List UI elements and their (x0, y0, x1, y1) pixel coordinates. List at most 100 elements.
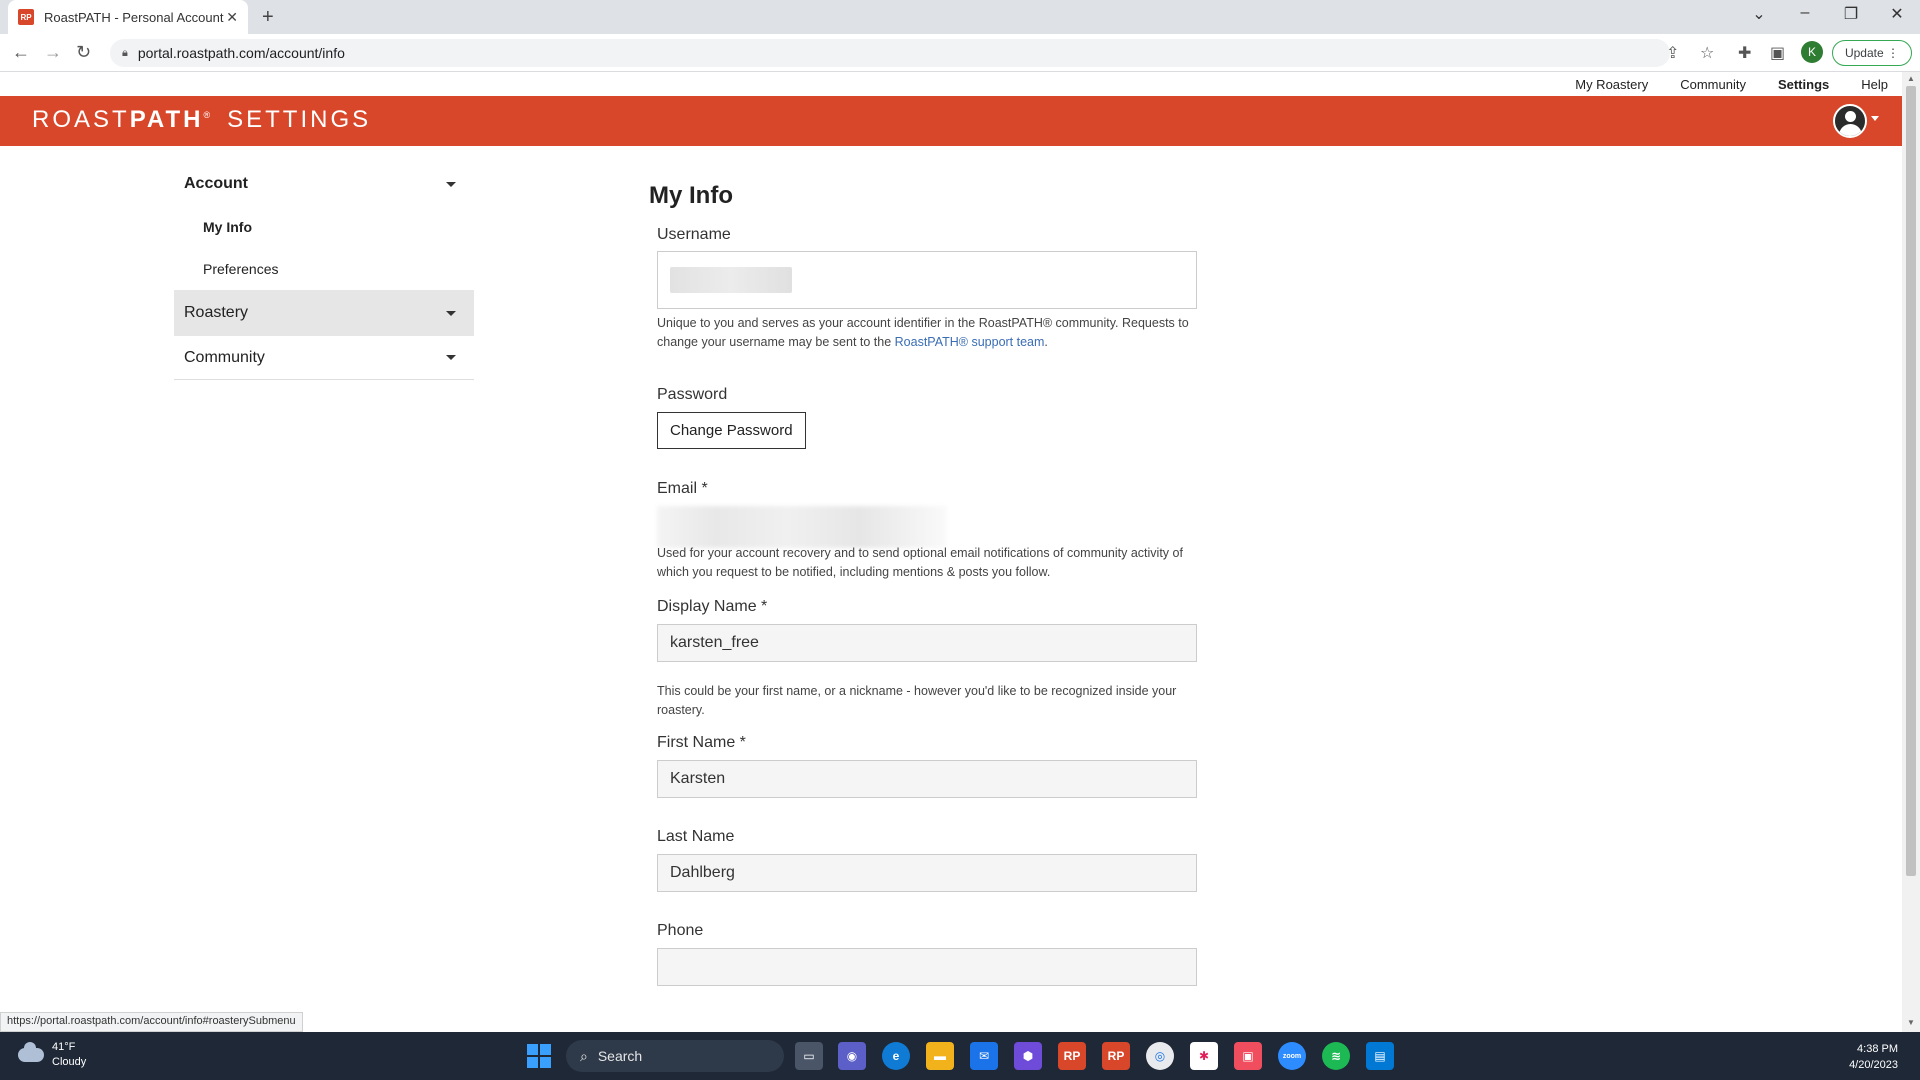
caret-down-icon (446, 355, 456, 360)
app-blue-window-icon[interactable]: ▤ (1366, 1042, 1394, 1070)
first-name-label: First Name * (657, 734, 746, 751)
change-password-button[interactable]: Change Password (657, 412, 806, 449)
new-tab-icon[interactable]: + (262, 6, 274, 29)
sidebar-item-roastery[interactable]: Roastery (174, 290, 474, 336)
username-redacted (670, 267, 792, 293)
email-help-text: Used for your account recovery and to se… (657, 546, 1183, 579)
settings-header: ROASTPATH® SETTINGS (0, 96, 1902, 146)
cloud-icon (18, 1042, 44, 1062)
taskbar-search[interactable]: ⌕ Search (566, 1040, 784, 1072)
weather-condition: Cloudy (52, 1056, 87, 1068)
top-navigation: My Roastery Community Settings Help (1575, 77, 1888, 92)
profile-avatar[interactable]: K (1801, 41, 1823, 63)
restore-icon[interactable]: ❐ (1828, 4, 1874, 24)
weather-temperature: 41°F (52, 1041, 76, 1053)
side-panel-icon[interactable]: ▣ (1770, 43, 1785, 63)
support-team-link[interactable]: RoastPATH® support team (895, 335, 1045, 349)
lock-icon: 🔒︎ (122, 46, 128, 59)
username-label: Username (657, 226, 731, 243)
update-label: Update (1844, 46, 1884, 60)
first-name-field[interactable]: Karsten (657, 760, 1197, 798)
nav-help[interactable]: Help (1861, 77, 1888, 92)
page-scrollbar[interactable]: ▲ ▼ (1902, 72, 1920, 1032)
windows-start-icon[interactable] (527, 1044, 551, 1068)
last-name-label: Last Name (657, 828, 735, 845)
edge-browser-icon[interactable]: e (882, 1042, 910, 1070)
search-icon: ⌕ (580, 1047, 588, 1064)
username-help-end: . (1044, 335, 1048, 349)
roastpath-app-icon-2[interactable]: RP (1102, 1042, 1130, 1070)
sidebar-item-account[interactable]: Account (174, 162, 474, 206)
settings-sidebar: Account My Info Preferences Roastery Com… (174, 162, 474, 380)
share-icon[interactable]: ⇪ (1666, 43, 1679, 63)
windows-taskbar: 41°F Cloudy ⌕ Search ▭ ◉ e ▬ ✉ ⬢ RP RP ◎… (0, 1032, 1920, 1080)
email-redacted (657, 506, 947, 548)
username-field[interactable] (657, 251, 1197, 309)
sidebar-subitem-my-info[interactable]: My Info (174, 206, 474, 248)
teams-chat-icon[interactable]: ◉ (838, 1042, 866, 1070)
tab-title: RoastPATH - Personal Account (44, 9, 224, 25)
caret-down-icon (446, 310, 456, 316)
spotify-icon[interactable]: ≋ (1322, 1042, 1350, 1070)
user-avatar-icon[interactable] (1833, 104, 1867, 138)
app-red-icon[interactable]: ▣ (1234, 1042, 1262, 1070)
minimize-icon[interactable]: – (1782, 4, 1828, 22)
brand-mark: ® (203, 110, 214, 120)
reload-icon[interactable]: ↻ (76, 42, 91, 63)
url-text: portal.roastpath.com/account/info (137, 45, 345, 61)
phone-field[interactable] (657, 948, 1197, 986)
phone-label: Phone (657, 922, 704, 939)
update-button[interactable]: Update ⋮ (1832, 40, 1912, 66)
tab-search-icon[interactable]: ⌄ (1736, 4, 1782, 24)
email-label: Email * (657, 480, 708, 497)
nav-my-roastery[interactable]: My Roastery (1575, 77, 1648, 92)
brand-roast: ROAST (32, 106, 130, 133)
password-label: Password (657, 386, 728, 403)
display-name-field[interactable]: karsten_free (657, 624, 1197, 662)
extensions-puzzle-icon[interactable]: ✚ (1738, 43, 1751, 63)
caret-down-icon (446, 181, 456, 187)
nav-settings[interactable]: Settings (1778, 77, 1829, 92)
address-bar[interactable]: 🔒︎ portal.roastpath.com/account/info (110, 39, 1670, 67)
link-status-bar: https://portal.roastpath.com/account/inf… (0, 1012, 303, 1032)
mail-icon[interactable]: ✉ (970, 1042, 998, 1070)
brand-path: PATH (129, 106, 204, 133)
weather-widget[interactable]: 41°F Cloudy (18, 1040, 86, 1070)
display-name-label: Display Name * (657, 598, 768, 615)
scroll-thumb[interactable] (1906, 86, 1916, 876)
close-window-icon[interactable]: ✕ (1874, 4, 1920, 24)
scroll-up-icon[interactable]: ▲ (1907, 74, 1915, 83)
last-name-field[interactable]: Dahlberg (657, 854, 1197, 892)
clock-date: 4/20/2023 (1849, 1059, 1898, 1071)
roastpath-favicon-icon: RP (18, 9, 34, 25)
back-arrow-icon[interactable]: ← (12, 42, 30, 63)
sidebar-item-label: Roastery (184, 304, 249, 321)
page-title: My Info (649, 182, 733, 209)
roastpath-app-icon[interactable]: RP (1058, 1042, 1086, 1070)
sidebar-item-label: Account (184, 175, 248, 192)
close-tab-icon[interactable]: ✕ (226, 9, 238, 26)
browser-toolbar: ← → ↻ 🔒︎ portal.roastpath.com/account/in… (0, 34, 1920, 72)
taskbar-search-label: Search (597, 1048, 643, 1064)
page: My Roastery Community Settings Help ROAS… (0, 72, 1902, 1032)
display-name-help-text: This could be your first name, or a nick… (657, 684, 1177, 717)
avatar-caret-icon[interactable] (1871, 116, 1879, 121)
browser-tab[interactable]: RP RoastPATH - Personal Account ✕ (8, 0, 248, 34)
forward-arrow-icon[interactable]: → (44, 42, 62, 63)
system-clock[interactable]: 4:38 PM 4/20/2023 (1849, 1041, 1898, 1073)
roastpath-logo[interactable]: ROASTPATH® SETTINGS (32, 106, 371, 134)
nav-community[interactable]: Community (1680, 77, 1746, 92)
sidebar-subitem-preferences[interactable]: Preferences (174, 248, 474, 290)
scroll-down-icon[interactable]: ▼ (1907, 1018, 1915, 1027)
task-view-icon[interactable]: ▭ (795, 1042, 823, 1070)
zoom-icon[interactable]: zoom (1278, 1042, 1306, 1070)
sidebar-item-community[interactable]: Community (174, 336, 474, 380)
file-explorer-icon[interactable]: ▬ (926, 1042, 954, 1070)
chrome-icon[interactable]: ◎ (1146, 1042, 1174, 1070)
clock-time: 4:38 PM (1857, 1043, 1898, 1055)
brand-settings: SETTINGS (227, 106, 372, 133)
app-hexagon-icon[interactable]: ⬢ (1014, 1042, 1042, 1070)
slack-icon[interactable]: ✱ (1190, 1042, 1218, 1070)
bookmark-star-icon[interactable]: ☆ (1700, 43, 1714, 63)
sidebar-item-label: Community (184, 348, 265, 366)
